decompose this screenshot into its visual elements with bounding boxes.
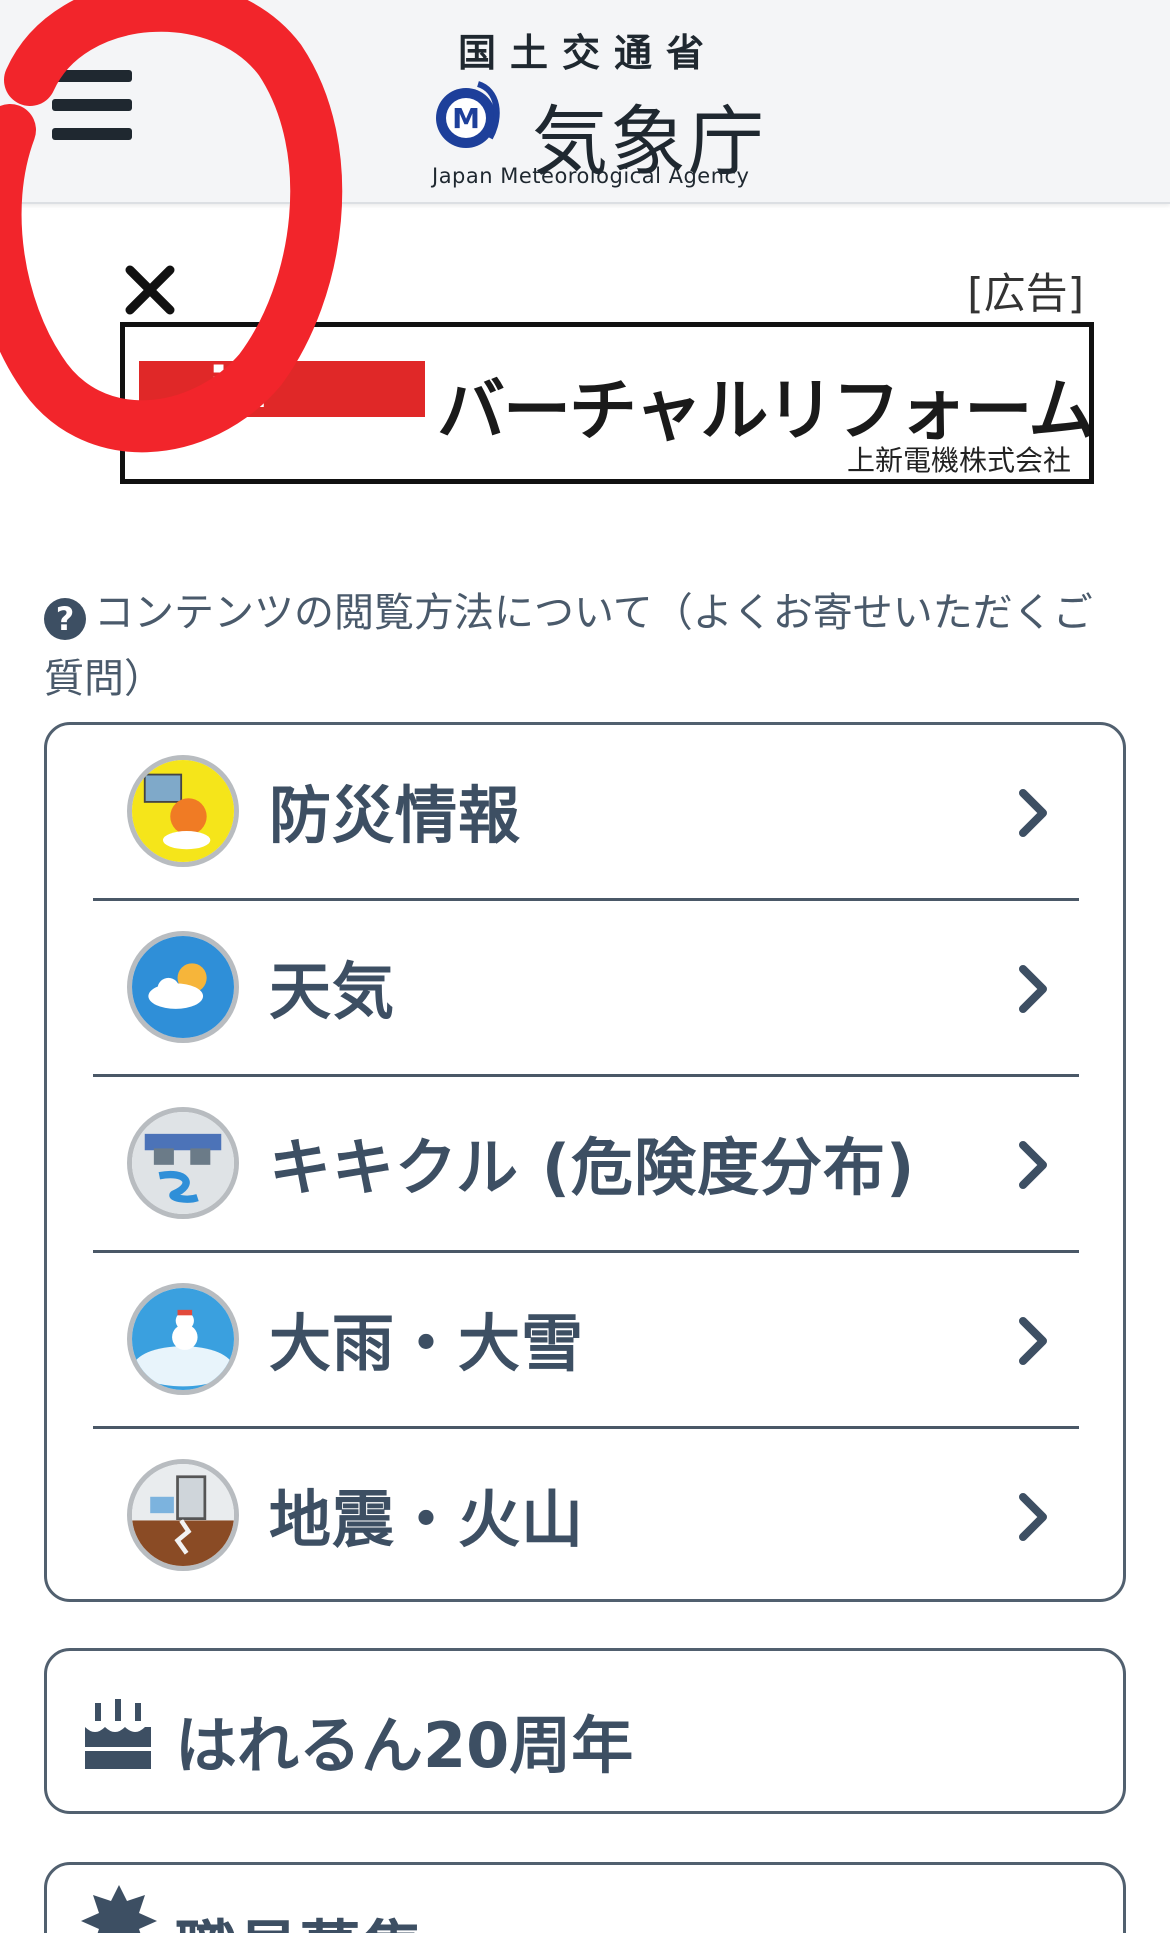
ad-brand-block: in xyxy=(139,361,425,417)
earthquake-volcano-icon xyxy=(127,1459,239,1571)
menu-item-label: キキクル (危険度分布) xyxy=(269,1131,916,1204)
menu-item-label: 防災情報 xyxy=(269,779,522,852)
site-header: 国土交通省 M 気象庁 Japan Meteorological Agency xyxy=(0,0,1170,204)
anniversary-link[interactable]: はれるん20周年 xyxy=(44,1648,1126,1814)
recruit-link[interactable]: 職員募集 xyxy=(44,1862,1126,1933)
menu-item-label: 天気 xyxy=(269,955,396,1028)
main-menu-card: 防災情報 天気 キキクル (危険度分布) 大雨・大雪 地震・火山 xyxy=(44,722,1126,1602)
ad-label: [広告] xyxy=(967,269,1084,318)
menu-item-earthquake-volcano[interactable]: 地震・火山 xyxy=(93,1429,1079,1605)
recruit-label: 職員募集 xyxy=(175,1899,423,1933)
ad-banner[interactable]: in バーチャルリフォーム店舗 上新電機株式会社 xyxy=(120,322,1094,484)
ministry-name: 国土交通省 xyxy=(458,31,719,75)
hamburger-menu-icon[interactable] xyxy=(52,70,132,140)
birthday-cake-icon xyxy=(85,1699,151,1769)
menu-item-heavy-rain-snow[interactable]: 大雨・大雪 xyxy=(93,1253,1079,1429)
agency-english-name: Japan Meteorological Agency xyxy=(432,164,750,188)
menu-item-weather[interactable]: 天気 xyxy=(93,901,1079,1077)
question-circle-icon: ? xyxy=(44,598,86,640)
menu-item-disaster-info[interactable]: 防災情報 xyxy=(93,725,1079,901)
chevron-right-icon xyxy=(1019,1317,1047,1365)
menu-item-label: 大雨・大雪 xyxy=(269,1307,585,1380)
weather-icon xyxy=(127,931,239,1043)
faq-link[interactable]: ? コンテンツの閲覧方法について（よくお寄せいただくご質問） xyxy=(44,580,1104,712)
chevron-right-icon xyxy=(1019,1493,1047,1541)
close-icon[interactable] xyxy=(122,262,178,318)
jma-logo-icon[interactable]: M xyxy=(432,76,502,160)
kikikuru-icon xyxy=(127,1107,239,1219)
svg-text:M: M xyxy=(452,102,480,135)
faq-text: コンテンツの閲覧方法について（よくお寄せいただくご質問） xyxy=(44,590,1093,702)
page: 国土交通省 M 気象庁 Japan Meteorological Agency … xyxy=(0,0,1170,1933)
heavy-rain-snow-icon xyxy=(127,1283,239,1395)
disaster-info-icon xyxy=(127,755,239,867)
ad-company: 上新電機株式会社 xyxy=(846,444,1071,477)
chevron-right-icon xyxy=(1019,789,1047,837)
menu-item-kikikuru[interactable]: キキクル (危険度分布) xyxy=(93,1077,1079,1253)
menu-item-label: 地震・火山 xyxy=(269,1483,585,1556)
chevron-right-icon xyxy=(1019,1141,1047,1189)
chevron-right-icon xyxy=(1019,965,1047,1013)
anniversary-label: はれるん20周年 xyxy=(175,1709,634,1782)
recruit-badge-icon xyxy=(81,1885,157,1933)
